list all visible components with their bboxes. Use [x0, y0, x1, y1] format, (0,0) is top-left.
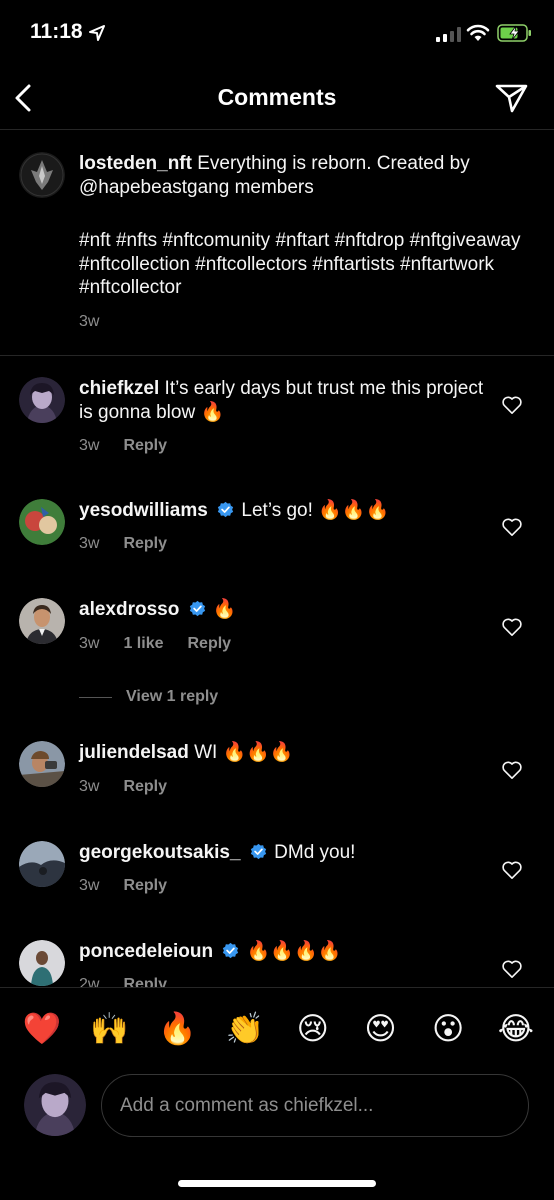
- verified-badge-icon: [217, 501, 234, 518]
- heart-icon[interactable]: [501, 959, 523, 979]
- comment-item: poncedeleioun 🔥🔥🔥🔥 2w Reply: [0, 940, 554, 987]
- avatar[interactable]: [19, 152, 65, 198]
- comment-text: juliendelsad WI 🔥🔥🔥: [79, 741, 499, 765]
- post-caption: losteden_nft Everything is reborn. Creat…: [0, 131, 554, 356]
- caption-timestamp: 3w: [79, 313, 100, 330]
- caption-hashtags[interactable]: #nft #nfts #nftcomunity #nftart #nftdrop…: [79, 229, 529, 300]
- comment-text: yesodwilliams Let’s go! 🔥🔥🔥: [79, 499, 499, 523]
- current-user-avatar: [24, 1074, 86, 1136]
- comment-message: WI 🔥🔥🔥: [194, 742, 294, 763]
- avatar[interactable]: [19, 741, 65, 787]
- reply-thread-line: [79, 696, 112, 698]
- heart-icon[interactable]: [501, 860, 523, 880]
- reply-button[interactable]: Reply: [123, 976, 167, 987]
- comment-message: 🔥🔥🔥🔥: [246, 941, 342, 962]
- emoji-heart-eyes-button[interactable]: 😍: [361, 1011, 401, 1047]
- comment-timestamp: 3w: [79, 778, 100, 795]
- comment-meta: 3w Reply: [79, 535, 167, 553]
- comment-username[interactable]: juliendelsad: [79, 742, 189, 763]
- page-title: Comments: [217, 84, 337, 110]
- home-indicator[interactable]: [178, 1180, 376, 1187]
- comment-message: DMd you!: [274, 842, 356, 863]
- caption-text: losteden_nft Everything is reborn. Creat…: [79, 152, 529, 200]
- share-send-icon[interactable]: [495, 82, 529, 114]
- comment-timestamp: 2w: [79, 976, 100, 987]
- heart-icon[interactable]: [501, 517, 523, 537]
- comment-timestamp: 3w: [79, 437, 100, 454]
- comment-message: Let’s go! 🔥🔥🔥: [241, 500, 390, 521]
- status-bar: 11:18: [0, 0, 554, 66]
- battery-icon: [497, 24, 531, 42]
- comment-meta: 2w Reply: [79, 976, 167, 987]
- comment-text: chiefkzel It’s early days but trust me t…: [79, 377, 499, 425]
- verified-badge-icon: [223, 942, 239, 959]
- emoji-fire-button[interactable]: 🔥: [157, 1010, 197, 1047]
- emoji-laughing-button[interactable]: 😂: [496, 1011, 536, 1047]
- comment-meta: 3w Reply: [79, 437, 167, 455]
- reply-button[interactable]: Reply: [123, 778, 167, 796]
- status-time: 11:18: [30, 20, 83, 43]
- caption-username[interactable]: losteden_nft: [79, 153, 192, 174]
- reply-button[interactable]: Reply: [123, 535, 167, 553]
- avatar[interactable]: [19, 499, 65, 545]
- emoji-heart-button[interactable]: ❤️: [22, 1010, 62, 1047]
- view-replies-button[interactable]: View 1 reply: [79, 688, 218, 706]
- comment-username[interactable]: poncedeleioun: [79, 941, 213, 962]
- comment-username[interactable]: chiefkzel: [79, 378, 159, 399]
- comment-message: 🔥: [212, 599, 237, 620]
- heart-icon[interactable]: [501, 395, 523, 415]
- comment-input[interactable]: [101, 1074, 529, 1137]
- emoji-raised-hands-button[interactable]: 🙌: [90, 1010, 130, 1047]
- reply-button[interactable]: Reply: [123, 877, 167, 895]
- heart-icon[interactable]: [501, 760, 523, 780]
- comments-header: Comments: [0, 66, 554, 130]
- emoji-clap-button[interactable]: 👏: [225, 1010, 265, 1047]
- reply-button[interactable]: Reply: [123, 437, 167, 455]
- heart-icon[interactable]: [501, 617, 523, 637]
- emoji-surprised-button[interactable]: 😮: [428, 1011, 468, 1047]
- emoji-quick-bar: ❤️ 🙌 🔥 👏 😢 😍 😮 😂: [0, 987, 554, 1069]
- verified-badge-icon: [250, 843, 267, 860]
- emoji-crying-button[interactable]: 😢: [293, 1011, 333, 1047]
- comment-meta: 3w 1 like Reply: [79, 635, 231, 653]
- comment-composer: [0, 1072, 554, 1142]
- comment-timestamp: 3w: [79, 535, 100, 552]
- likes-count-button[interactable]: 1 like: [123, 635, 163, 653]
- verified-badge-icon: [189, 600, 205, 617]
- comment-text: alexdrosso 🔥: [79, 598, 499, 622]
- comment-text: poncedeleioun 🔥🔥🔥🔥: [79, 940, 499, 964]
- reply-button[interactable]: Reply: [187, 635, 231, 653]
- avatar[interactable]: [19, 598, 65, 644]
- comment-username[interactable]: alexdrosso: [79, 599, 179, 620]
- comment-meta: 3w Reply: [79, 877, 167, 895]
- comment-timestamp: 3w: [79, 635, 100, 652]
- avatar[interactable]: [19, 841, 65, 887]
- avatar[interactable]: [19, 377, 65, 423]
- comment-meta: 3w Reply: [79, 778, 167, 796]
- comment-timestamp: 3w: [79, 877, 100, 894]
- comment-text: georgekoutsakis_ DMd you!: [79, 841, 499, 865]
- avatar[interactable]: [19, 940, 65, 986]
- comment-username[interactable]: yesodwilliams: [79, 500, 208, 521]
- view-replies-label: View 1 reply: [126, 688, 219, 705]
- location-arrow-icon: [89, 25, 105, 41]
- comment-username[interactable]: georgekoutsakis_: [79, 842, 241, 863]
- cellular-signal-icon: [436, 27, 461, 42]
- wifi-icon: [466, 24, 490, 41]
